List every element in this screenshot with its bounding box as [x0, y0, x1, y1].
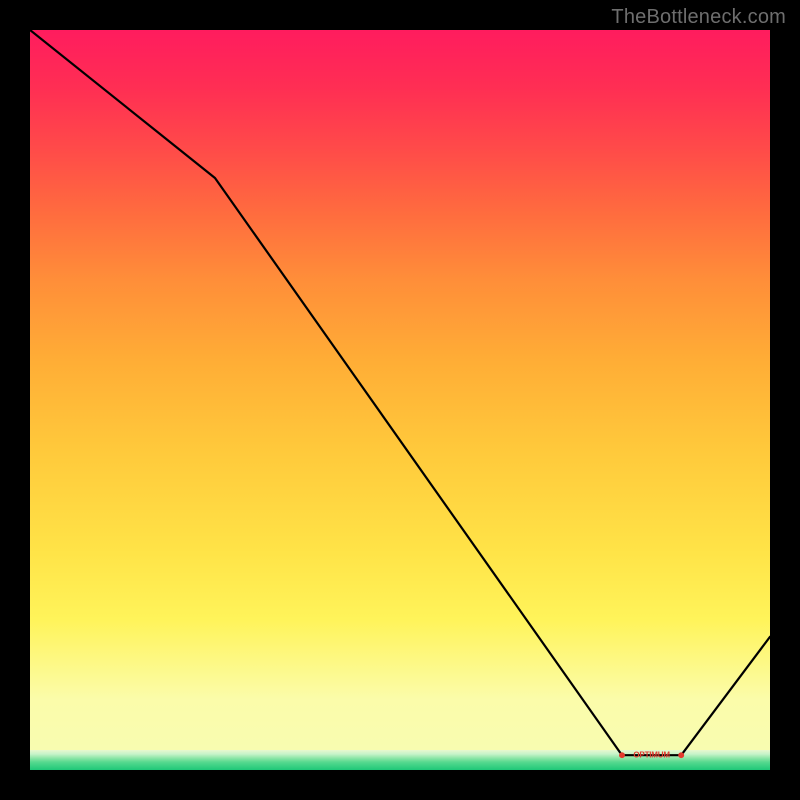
optimum-label: OPTIMUM	[633, 751, 670, 760]
attribution-watermark: TheBottleneck.com	[611, 6, 786, 29]
chart-container: TheBottleneck.com OPTIMUM	[0, 0, 800, 800]
chart-text-layer: OPTIMUM	[30, 30, 770, 770]
plot-area: OPTIMUM	[30, 30, 770, 770]
